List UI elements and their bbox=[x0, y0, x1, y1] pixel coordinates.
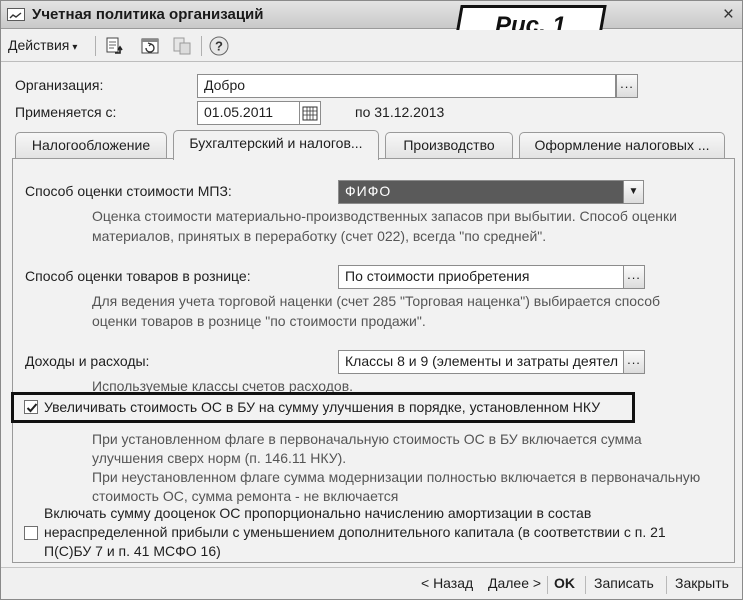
tab-production[interactable]: Производство bbox=[385, 132, 513, 159]
structure-button[interactable] bbox=[171, 35, 193, 57]
improve-desc-line2: улучшения сверх норм (п. 146.11 НКУ). bbox=[92, 450, 347, 466]
revaluation-checkbox[interactable] bbox=[24, 526, 38, 540]
revaluation-label-line1[interactable]: Включать сумму дооценок ОС пропорциональ… bbox=[44, 503, 591, 524]
form-icon bbox=[7, 8, 25, 21]
mpz-method-value: ФИФО bbox=[339, 181, 623, 203]
save-button[interactable]: Записать bbox=[594, 575, 654, 591]
organization-label: Организация: bbox=[15, 77, 104, 93]
actions-label: Действия bbox=[8, 37, 70, 53]
policy-window: Учетная политика организаций × Рис. 1 Де… bbox=[0, 0, 743, 600]
income-expenses-select-button[interactable]: ... bbox=[623, 350, 645, 374]
improve-desc-line1: При установленном флаге в первоначальную… bbox=[92, 431, 642, 447]
revaluation-label-line3[interactable]: П(С)БУ 7 и п. 41 МСФО 16) bbox=[44, 541, 221, 562]
retail-method-label: Способ оценки товаров в рознице: bbox=[25, 268, 251, 284]
actions-menu-button[interactable]: Действия ▾ bbox=[8, 37, 77, 53]
save-close-button[interactable] bbox=[103, 35, 125, 57]
save-close-icon bbox=[106, 37, 123, 54]
toolbar: Действия ▾ ? bbox=[1, 30, 742, 62]
retail-method-select-button[interactable]: ... bbox=[623, 265, 645, 289]
applies-until-text: по 31.12.2013 bbox=[355, 104, 445, 120]
reread-button[interactable] bbox=[139, 35, 161, 57]
improve-cost-checkbox[interactable] bbox=[24, 400, 38, 414]
close-button[interactable]: Закрыть bbox=[675, 575, 729, 591]
svg-text:?: ? bbox=[215, 39, 223, 54]
retail-desc-line2: оценки товаров в рознице "по стоимости п… bbox=[92, 313, 426, 329]
toolbar-separator bbox=[95, 36, 96, 56]
back-button[interactable]: < Назад bbox=[421, 575, 473, 591]
help-icon: ? bbox=[209, 36, 229, 56]
toolbar-separator bbox=[201, 36, 202, 56]
income-expenses-field[interactable]: Классы 8 и 9 (элементы и затраты деятел bbox=[338, 350, 624, 374]
mpz-method-select[interactable]: ФИФО ▼ bbox=[338, 180, 644, 204]
mpz-desc-line1: Оценка стоимости материально-производств… bbox=[92, 208, 677, 224]
applies-date-field[interactable]: 01.05.2011 bbox=[197, 101, 300, 125]
calendar-button[interactable] bbox=[299, 101, 321, 125]
help-button[interactable]: ? bbox=[208, 35, 230, 57]
improve-cost-checkbox-label[interactable]: Увеличивать стоимость ОС в БУ на сумму у… bbox=[44, 397, 600, 418]
next-button[interactable]: Далее > bbox=[488, 575, 541, 591]
organization-field[interactable]: Добро bbox=[197, 74, 616, 98]
applies-from-label: Применяется с: bbox=[15, 104, 117, 120]
title-bar[interactable]: Учетная политика организаций × bbox=[1, 1, 742, 29]
refresh-icon bbox=[141, 38, 159, 54]
retail-desc-line1: Для ведения учета торговой наценки (счет… bbox=[92, 293, 661, 309]
document-structure-icon bbox=[173, 37, 191, 55]
organization-select-button[interactable]: ... bbox=[616, 74, 638, 98]
retail-method-field[interactable]: По стоимости приобретения bbox=[338, 265, 624, 289]
income-expenses-label: Доходы и расходы: bbox=[25, 353, 150, 369]
footer-bar: < Назад Далее > OK Записать Закрыть bbox=[1, 567, 742, 599]
mpz-method-label: Способ оценки стоимости МПЗ: bbox=[25, 183, 232, 199]
close-icon[interactable]: × bbox=[723, 4, 734, 26]
ok-button[interactable]: OK bbox=[554, 575, 575, 591]
window-title: Учетная политика организаций bbox=[32, 6, 264, 23]
tab-accounting[interactable]: Бухгалтерский и налогов... bbox=[173, 130, 379, 160]
tab-tax-documents[interactable]: Оформление налоговых ... bbox=[519, 132, 725, 159]
mpz-desc-line2: материалов, принятых в переработку (счет… bbox=[92, 228, 547, 244]
calendar-icon bbox=[302, 106, 318, 121]
footer-separator bbox=[666, 576, 667, 594]
dropdown-arrow-icon[interactable]: ▼ bbox=[623, 181, 643, 203]
footer-separator bbox=[547, 576, 548, 594]
revaluation-label-line2[interactable]: нераспределенной прибыли с уменьшением д… bbox=[44, 522, 666, 543]
tab-taxation[interactable]: Налогообложение bbox=[15, 132, 167, 159]
chevron-down-icon: ▾ bbox=[72, 42, 78, 53]
checkmark-icon bbox=[26, 403, 38, 413]
footer-separator bbox=[585, 576, 586, 594]
improve-desc-line3: При неустановленном флаге сумма модерниз… bbox=[92, 469, 701, 485]
